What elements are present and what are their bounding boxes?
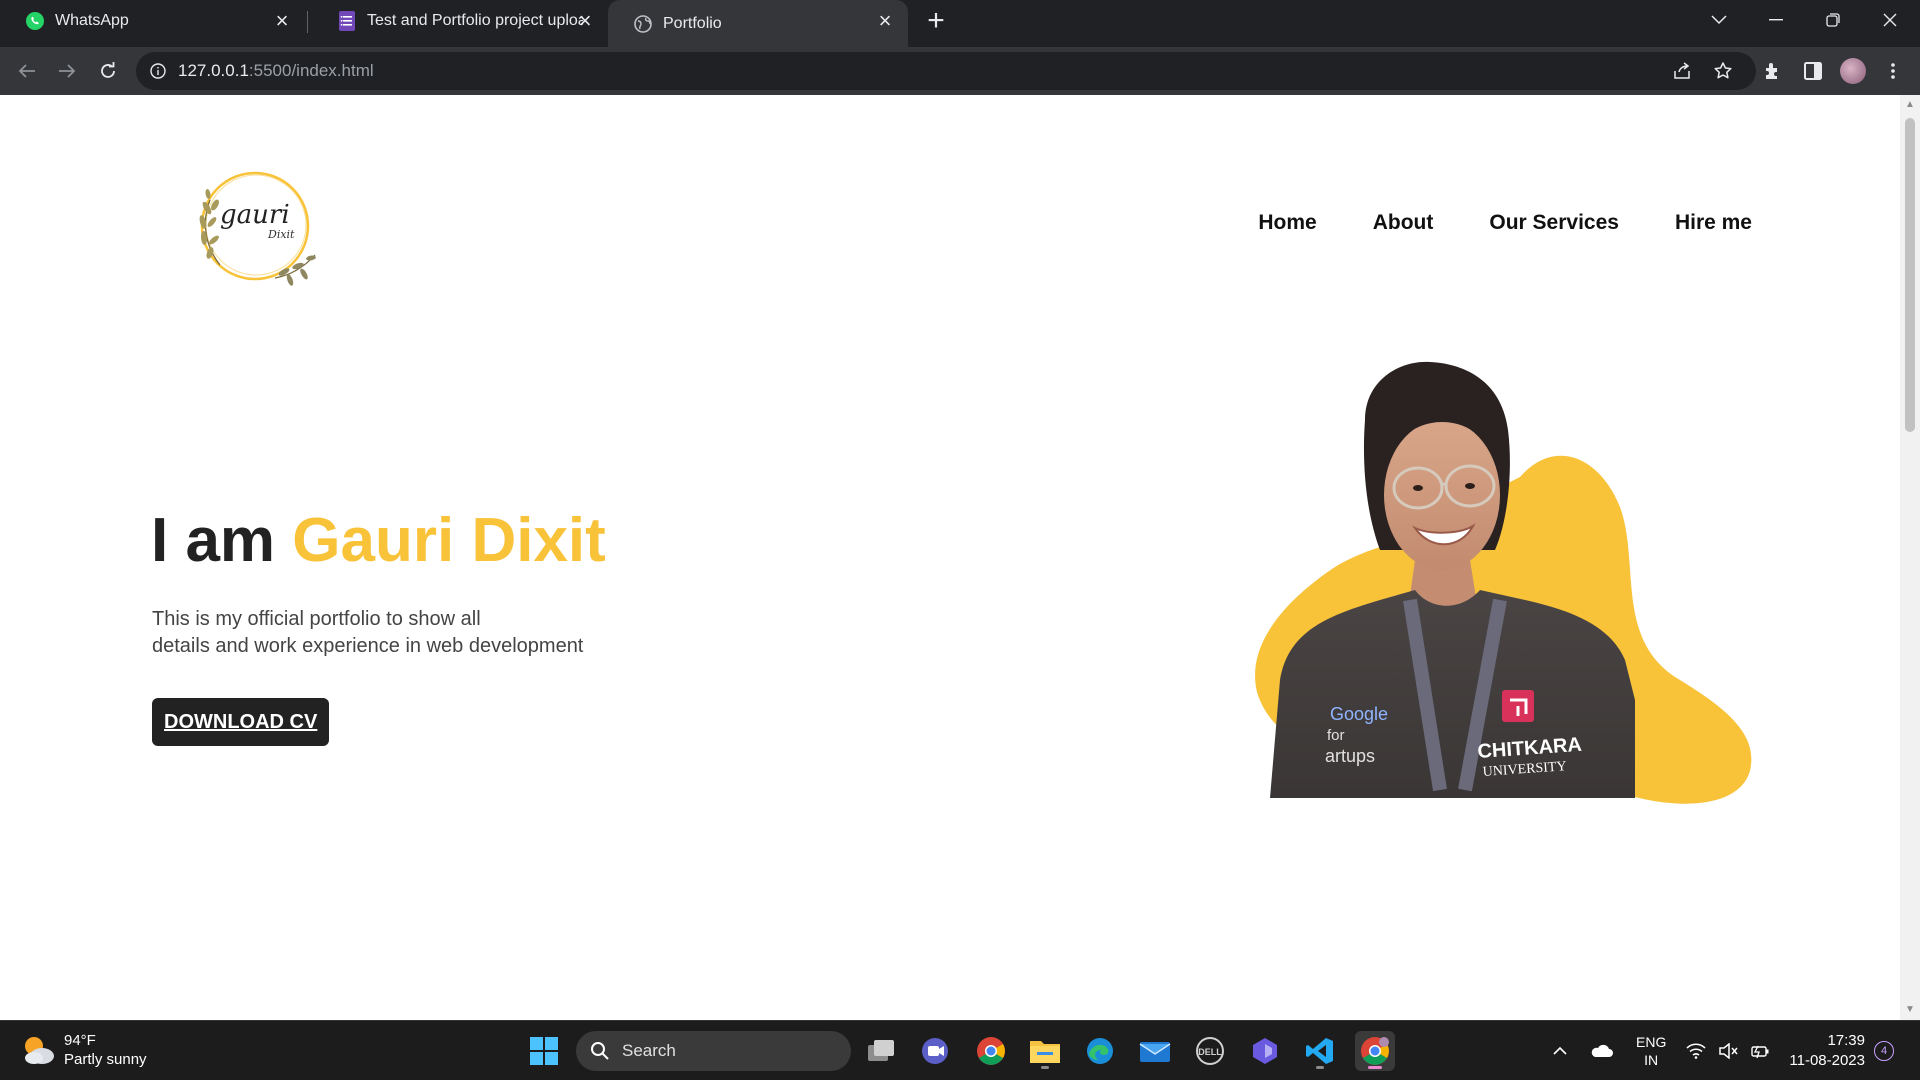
site-info-icon[interactable]	[148, 61, 168, 81]
chevron-up-icon	[1553, 1046, 1567, 1055]
tab-whatsapp[interactable]: WhatsApp ×	[0, 0, 305, 42]
tab-separator	[307, 11, 308, 33]
clock-date: 11-08-2023	[1789, 1052, 1865, 1069]
scroll-up-icon[interactable]: ▲	[1904, 99, 1916, 111]
main-nav: Home About Our Services Hire me	[1258, 211, 1752, 235]
teams-chat-icon[interactable]	[915, 1031, 955, 1071]
avatar	[1840, 58, 1866, 84]
tab-title: WhatsApp	[55, 12, 129, 29]
dell-icon[interactable]: DELL	[1190, 1031, 1230, 1071]
url-host: 127.0.0.1	[178, 61, 249, 80]
svg-text:DELL: DELL	[1198, 1047, 1222, 1057]
tab-strip: WhatsApp × Test and Portfolio project up…	[0, 0, 1920, 47]
close-window-icon[interactable]	[1868, 4, 1912, 36]
onedrive-icon[interactable]	[1589, 1021, 1613, 1080]
address-bar[interactable]: 127.0.0.1:5500/index.html	[136, 52, 1756, 90]
taskbar: 94°F Partly sunny Search DELL ENG IN 17:…	[0, 1020, 1920, 1080]
chrome-icon[interactable]	[971, 1031, 1011, 1071]
tab-forms[interactable]: Test and Portfolio project upload ×	[312, 0, 608, 42]
nav-home-link[interactable]: Home	[1258, 211, 1316, 235]
volume-muted-icon	[1719, 1043, 1738, 1059]
battery-icon	[1751, 1045, 1769, 1059]
notification-badge[interactable]: 4	[1874, 1041, 1894, 1061]
shirt-text-for: for	[1327, 727, 1345, 744]
shirt-text-google: Google	[1330, 704, 1388, 724]
whatsapp-icon	[24, 10, 46, 32]
hero-desc-line1: This is my official portfolio to show al…	[152, 608, 481, 630]
search-label: Search	[622, 1041, 676, 1060]
weather-widget[interactable]: 94°F Partly sunny	[20, 1031, 147, 1069]
chrome-active-icon[interactable]	[1355, 1031, 1395, 1071]
url-path: :5500/index.html	[248, 61, 374, 80]
tab-portfolio[interactable]: Portfolio ×	[608, 0, 908, 47]
wifi-icon	[1686, 1043, 1706, 1059]
lang-line1: ENG	[1636, 1034, 1667, 1050]
mail-icon[interactable]	[1135, 1031, 1175, 1071]
windows-logo-icon	[530, 1037, 558, 1065]
restore-icon[interactable]	[1811, 4, 1855, 36]
forward-icon[interactable]	[50, 54, 84, 88]
browser-menu-icon[interactable]	[1878, 56, 1908, 86]
running-indicator	[1041, 1066, 1049, 1069]
language-indicator[interactable]: ENG IN	[1636, 1021, 1666, 1080]
close-tab-icon[interactable]: ×	[574, 10, 596, 32]
page-scrollbar[interactable]: ▲ ▼	[1900, 95, 1920, 1020]
download-cv-button[interactable]: DOWNLOAD CV	[152, 698, 330, 746]
share-icon[interactable]	[1667, 56, 1697, 86]
file-explorer-icon[interactable]	[1025, 1031, 1065, 1071]
minimize-icon[interactable]	[1754, 4, 1798, 36]
scrollbar-thumb[interactable]	[1905, 118, 1915, 432]
nav-hire-link[interactable]: Hire me	[1675, 211, 1752, 235]
edge-icon[interactable]	[1080, 1031, 1120, 1071]
hero-desc-line2: details and work experience in web devel…	[152, 635, 584, 657]
new-tab-icon[interactable]: +	[922, 6, 950, 36]
forms-icon	[336, 10, 358, 32]
tab-search-icon[interactable]	[1697, 4, 1741, 36]
hero-title: I am Gauri Dixit	[151, 505, 606, 576]
nav-about-link[interactable]: About	[1373, 211, 1434, 235]
shirt-text-startups: artups	[1325, 746, 1375, 766]
clock-time: 17:39	[1827, 1032, 1865, 1049]
nav-services-link[interactable]: Our Services	[1489, 211, 1619, 235]
globe-icon	[632, 13, 654, 35]
partly-sunny-icon	[25, 1037, 54, 1064]
profile-avatar[interactable]	[1838, 56, 1868, 86]
side-panel-icon[interactable]	[1798, 56, 1828, 86]
search-icon	[591, 1042, 609, 1060]
quick-settings[interactable]	[1686, 1021, 1770, 1080]
reload-icon[interactable]	[91, 54, 125, 88]
vscode-icon[interactable]	[1300, 1031, 1340, 1071]
weather-desc: Partly sunny	[64, 1051, 147, 1068]
hero-name: Gauri Dixit	[292, 506, 606, 575]
url-text: 127.0.0.1:5500/index.html	[178, 61, 374, 81]
browser-toolbar: 127.0.0.1:5500/index.html	[0, 47, 1920, 95]
back-icon[interactable]	[10, 54, 44, 88]
tab-title: Portfolio	[663, 14, 722, 32]
scroll-down-icon[interactable]: ▼	[1904, 1004, 1916, 1016]
app-icon[interactable]	[1245, 1031, 1285, 1071]
running-indicator	[1316, 1066, 1324, 1069]
start-button[interactable]	[524, 1031, 564, 1071]
clock[interactable]: 17:39 11-08-2023	[1785, 1031, 1865, 1071]
active-indicator	[1368, 1066, 1382, 1069]
logo-subtext: Dixit	[268, 228, 295, 241]
profile-photo: CHITKARA UNIVERSITY Google for artups	[1270, 361, 1635, 798]
close-tab-icon[interactable]: ×	[874, 10, 896, 32]
hero-description: This is my official portfolio to show al…	[152, 606, 632, 660]
taskbar-search[interactable]: Search	[576, 1031, 851, 1071]
show-hidden-icons[interactable]	[1552, 1021, 1568, 1080]
logo-text: gauri	[220, 200, 290, 230]
extensions-icon[interactable]	[1758, 56, 1788, 86]
task-view-icon[interactable]	[861, 1031, 901, 1071]
site-logo[interactable]: gauri Dixit	[180, 160, 330, 290]
hero-prefix: I am	[151, 506, 276, 575]
close-tab-icon[interactable]: ×	[271, 10, 293, 32]
bookmark-star-icon[interactable]	[1708, 56, 1738, 86]
lang-line2: IN	[1644, 1052, 1659, 1068]
page-viewport: gauri Dixit Home About Our Services Hire…	[0, 95, 1900, 1020]
weather-temp: 94°F	[64, 1032, 96, 1049]
tab-title: Test and Portfolio project upload	[367, 12, 583, 29]
